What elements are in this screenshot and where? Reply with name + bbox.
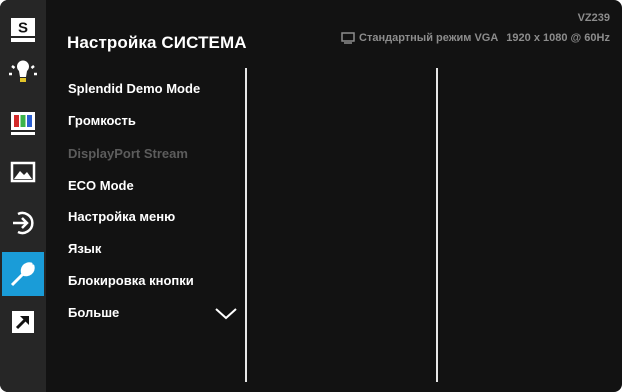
wrench-icon: [10, 262, 35, 287]
sidebar-item-brightness[interactable]: [2, 56, 44, 94]
menu-item-volume[interactable]: Громкость: [68, 113, 136, 128]
sidebar-item-shortcut[interactable]: [2, 303, 44, 341]
shortcut-arrow-icon: [12, 311, 34, 333]
splendid-s-icon: S: [11, 18, 35, 42]
monitor-icon: [341, 32, 355, 44]
resolution-label: 1920 x 1080 @ 60Hz: [506, 32, 610, 44]
osd-window: S Настройка СИСТЕМА VZ239 Стандартный ре…: [0, 0, 622, 392]
svg-text:S: S: [18, 20, 28, 37]
menu-item-displayport-stream: DisplayPort Stream: [68, 146, 188, 161]
color-bars-icon: [11, 112, 35, 135]
brightness-icon: [9, 60, 37, 82]
column-divider-right: [436, 68, 438, 382]
sidebar-item-image[interactable]: [2, 154, 44, 192]
menu-item-key-lock[interactable]: Блокировка кнопки: [68, 273, 194, 288]
menu-item-osd-setup[interactable]: Настройка меню: [68, 209, 175, 224]
menu-item-eco-mode[interactable]: ECO Mode: [68, 178, 134, 193]
chevron-down-icon[interactable]: [214, 307, 238, 321]
signal-status: Стандартный режим VGA 1920 x 1080 @ 60Hz: [341, 32, 610, 44]
mode-label: Стандартный режим VGA: [359, 32, 499, 44]
menu-item-splendid-demo[interactable]: Splendid Demo Mode: [68, 81, 200, 96]
menu-item-language[interactable]: Язык: [68, 241, 101, 256]
page-title: Настройка СИСТЕМА: [67, 33, 247, 52]
column-divider-left: [245, 68, 247, 382]
input-select-icon: [13, 211, 34, 235]
menu-item-more[interactable]: Больше: [68, 305, 119, 320]
sidebar-item-system[interactable]: [2, 252, 44, 296]
sidebar-item-splendid[interactable]: S: [2, 11, 44, 49]
sidebar-item-input[interactable]: [2, 204, 44, 242]
sidebar-item-color[interactable]: [2, 104, 44, 142]
sidebar: S: [0, 0, 46, 392]
model-name: VZ239: [577, 12, 610, 24]
image-icon: [10, 161, 36, 183]
